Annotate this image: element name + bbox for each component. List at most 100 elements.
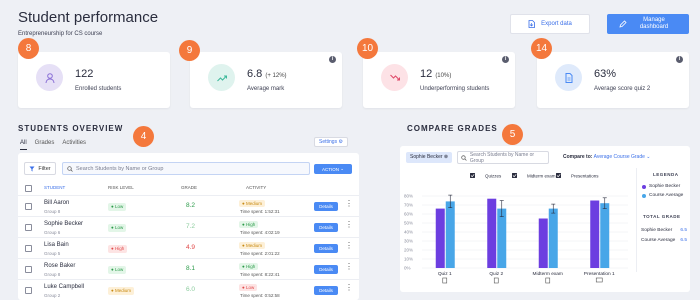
activity-badge: ● Low [239, 284, 258, 291]
y-tick-label: 10% [404, 257, 413, 262]
activity-badge: ● Medium [239, 242, 265, 249]
bar-sophie-becker [590, 200, 600, 268]
badge-average-score: 14 [531, 38, 552, 59]
column-header-activity[interactable]: ACTIVITY [246, 185, 266, 190]
student-name: Lisa Bain [44, 242, 69, 248]
stat-label: Underperforming students [420, 86, 490, 92]
student-search-input[interactable]: Search Students by Name or Group [62, 162, 310, 175]
student-name: Rose Baker [44, 263, 76, 269]
more-options-icon[interactable]: ⋮ [345, 284, 353, 292]
details-button[interactable]: Details [314, 265, 338, 274]
column-header-grade[interactable]: GRADE [181, 185, 197, 190]
x-tick-label: Quiz 1 [438, 271, 452, 277]
tab-activities[interactable]: Activities [62, 140, 86, 150]
search-icon [461, 154, 467, 161]
info-icon[interactable]: i [676, 56, 683, 63]
y-tick-label: 40% [404, 230, 413, 235]
table-row[interactable]: Sophie Becker Group 6 ● Low 7.2 ● High Time s… [18, 216, 359, 238]
pencil-icon [619, 20, 627, 28]
more-options-icon[interactable]: ⋮ [345, 221, 353, 229]
table-row[interactable]: Bill Aaron Group 8 ● Low 8.2 ● Medium Time sp… [18, 195, 359, 217]
table-row[interactable]: Lisa Bain Group 5 ● High 4.9 ● Medium Time sp… [18, 237, 359, 259]
stat-value: 63% [594, 68, 617, 80]
manage-dashboard-label: Manage dashboard [639, 17, 669, 30]
student-group: Group 6 [44, 230, 61, 235]
student-name: Sophie Becker [44, 221, 84, 227]
time-spent: Time spent: 8:22:41 [240, 272, 280, 277]
risk-badge: ● Medium [108, 287, 134, 295]
more-options-icon[interactable]: ⋮ [345, 242, 353, 250]
x-tick-label: Presentation 1 [584, 271, 615, 277]
filter-checkbox [512, 173, 517, 178]
badge-average-mark: 9 [179, 40, 200, 61]
row-checkbox[interactable] [25, 287, 32, 294]
compare-grades-card: Sophie Becker ⊗ Search Students by Name … [400, 146, 690, 292]
student-group: Group 8 [44, 209, 61, 214]
column-header-risk[interactable]: RISK LEVEL [108, 185, 134, 190]
activity-badge: ● High [239, 221, 259, 228]
info-icon[interactable]: i [502, 56, 509, 63]
tab-all[interactable]: All [20, 140, 27, 150]
legend-panel: LEGENDA Sophie Becker Course Average TOT… [636, 168, 690, 272]
student-group: Group 2 [44, 293, 61, 298]
compare-to-select[interactable]: Compare to: Average Course Grade ⌄ [563, 154, 651, 160]
stat-value: 122 [75, 68, 94, 80]
row-checkbox[interactable] [25, 266, 32, 273]
time-spent: Time spent: 2:01:22 [240, 251, 280, 256]
filter-label: Midterm exam [527, 174, 556, 179]
filter-button[interactable]: Filter [24, 162, 56, 175]
export-icon [528, 20, 536, 28]
y-tick-label: 50% [404, 221, 413, 226]
manage-dashboard-button[interactable]: Manage dashboard [607, 14, 689, 34]
exam-icon [545, 277, 551, 284]
trend-down-icon [381, 64, 408, 91]
student-group: Group 8 [44, 272, 61, 277]
table-row[interactable]: Rose Baker Group 8 ● Low 8.1 ● High Time spen… [18, 258, 359, 280]
document-icon [442, 277, 448, 284]
student-grade: 7.2 [186, 223, 196, 230]
tab-grades[interactable]: Grades [35, 140, 55, 150]
details-button[interactable]: Details [314, 244, 338, 253]
y-tick-label: 30% [404, 239, 413, 244]
document-icon [555, 64, 582, 91]
action-dropdown[interactable]: ACTION ⌄ [314, 164, 352, 174]
total-grade-title: TOTAL GRADE [643, 214, 681, 219]
export-data-button[interactable]: Export data [510, 14, 590, 34]
select-all-checkbox[interactable] [25, 185, 32, 192]
stat-label: Average score quiz 2 [594, 86, 651, 92]
more-options-icon[interactable]: ⋮ [345, 200, 353, 208]
users-icon [36, 64, 63, 91]
filter-checkbox [556, 173, 561, 178]
row-checkbox[interactable] [25, 245, 32, 252]
row-checkbox[interactable] [25, 203, 32, 210]
selected-student-chip[interactable]: Sophie Becker ⊗ [406, 152, 453, 163]
stat-card-underperforming: 12 (10%) Underperforming students i [363, 52, 515, 108]
info-icon[interactable]: i [329, 56, 336, 63]
row-checkbox[interactable] [25, 224, 32, 231]
page-subtitle: Entrepreneurship for CS course [18, 31, 103, 37]
filter-label: Presentations [571, 174, 599, 179]
chevron-down-icon: ⌄ [340, 166, 345, 171]
y-tick-label: 20% [404, 248, 413, 253]
settings-button[interactable]: Settings ⚙ [314, 137, 348, 147]
x-tick-label: Midterm exam [533, 271, 563, 277]
student-group: Group 5 [44, 251, 61, 256]
y-tick-label: 80% [404, 194, 413, 199]
grades-chart: Quizzes Midterm exam Presentations 0% 10% 20%… [400, 168, 634, 292]
bar-course-average [445, 201, 455, 268]
more-options-icon[interactable]: ⋮ [345, 263, 353, 271]
filter-checkbox [470, 173, 475, 178]
column-header-student[interactable]: STUDENT [44, 185, 65, 190]
table-row[interactable]: Luke Campbell Group 2 ● Medium 6.0 ● Low Time… [18, 279, 359, 300]
details-button[interactable]: Details [314, 223, 338, 232]
details-button[interactable]: Details [314, 202, 338, 211]
legend-title: LEGENDA [653, 172, 679, 177]
search-icon [67, 165, 73, 172]
total-grade-sophie: Sophie Becker 6.5 [641, 228, 687, 233]
close-icon[interactable]: ⊗ [444, 154, 448, 160]
details-button[interactable]: Details [314, 286, 338, 295]
legend-item-sophie: Sophie Becker [642, 184, 680, 189]
compare-search-input[interactable]: Search Students by Name or Group [457, 151, 549, 164]
overview-tabs: All Grades Activities [20, 140, 86, 150]
bar-sophie-becker [487, 198, 497, 268]
